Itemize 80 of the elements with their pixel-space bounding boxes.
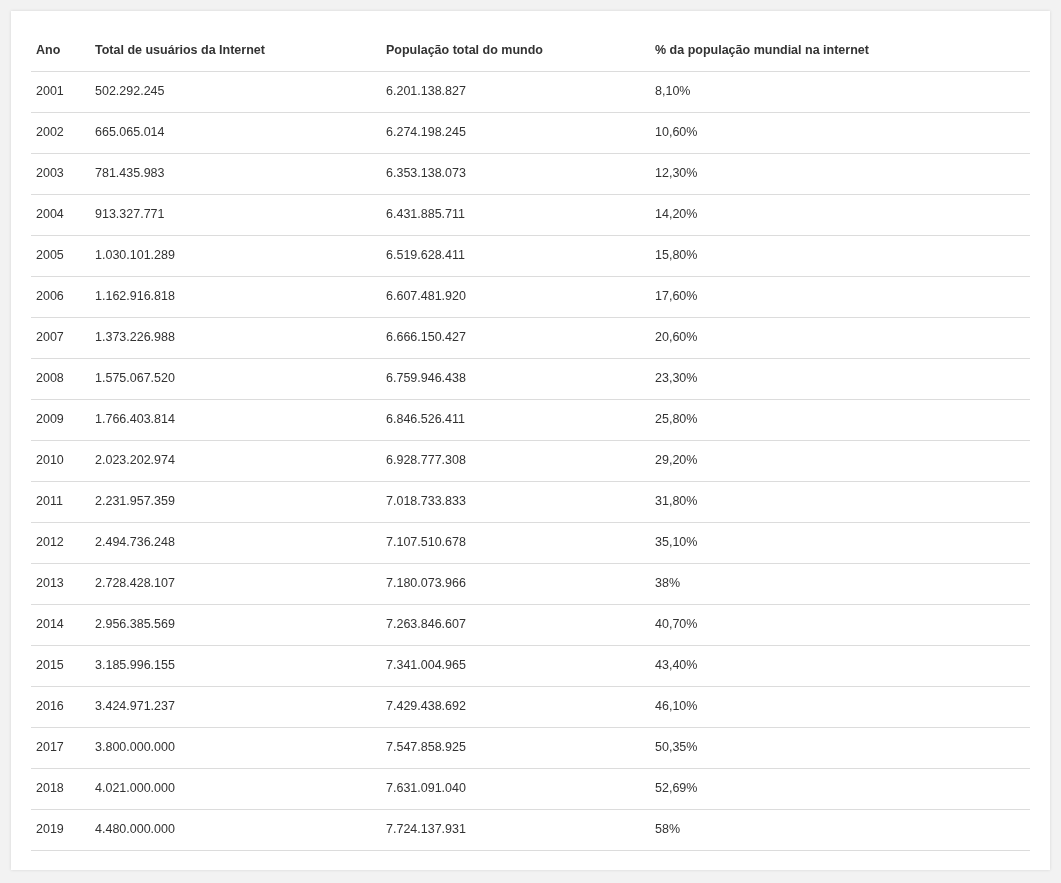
- column-header: % da população mundial na internet: [650, 31, 1030, 71]
- table-cell: 1.575.067.520: [90, 358, 381, 399]
- table-cell: 7.018.733.833: [381, 481, 650, 522]
- table-cell: 2001: [31, 71, 90, 112]
- table-cell: 1.766.403.814: [90, 399, 381, 440]
- table-cell: 665.065.014: [90, 112, 381, 153]
- table-cell: 2.023.202.974: [90, 440, 381, 481]
- table-cell: 2004: [31, 194, 90, 235]
- table-cell: 35,10%: [650, 522, 1030, 563]
- table-cell: 2002: [31, 112, 90, 153]
- table-cell: 1.373.226.988: [90, 317, 381, 358]
- table-cell: 2010: [31, 440, 90, 481]
- table-cell: 1.030.101.289: [90, 235, 381, 276]
- table-cell: 2013: [31, 563, 90, 604]
- column-header: Ano: [31, 31, 90, 71]
- table-cell: 2017: [31, 727, 90, 768]
- table-cell: 2016: [31, 686, 90, 727]
- table-cell: 40,70%: [650, 604, 1030, 645]
- column-header: População total do mundo: [381, 31, 650, 71]
- table-cell: 2008: [31, 358, 90, 399]
- table-cell: 7.180.073.966: [381, 563, 650, 604]
- table-cell: 7.263.846.607: [381, 604, 650, 645]
- table-cell: 2.728.428.107: [90, 563, 381, 604]
- table-cell: 29,20%: [650, 440, 1030, 481]
- table-cell: 2007: [31, 317, 90, 358]
- table-cell: 7.107.510.678: [381, 522, 650, 563]
- table-cell: 7.631.091.040: [381, 768, 650, 809]
- table-cell: 2011: [31, 481, 90, 522]
- table-cell: 2019: [31, 809, 90, 850]
- table-cell: 2015: [31, 645, 90, 686]
- table-cell: 46,10%: [650, 686, 1030, 727]
- table-cell: 50,35%: [650, 727, 1030, 768]
- table-cell: 6.519.628.411: [381, 235, 650, 276]
- table-cell: 6.759.946.438: [381, 358, 650, 399]
- table-cell: 23,30%: [650, 358, 1030, 399]
- table-cell: 7.547.858.925: [381, 727, 650, 768]
- table-cell: 2006: [31, 276, 90, 317]
- table-cell: 38%: [650, 563, 1030, 604]
- table-cell: 2018: [31, 768, 90, 809]
- table-cell: 10,60%: [650, 112, 1030, 153]
- table-cell: 6.666.150.427: [381, 317, 650, 358]
- table-cell: 6.201.138.827: [381, 71, 650, 112]
- table-cell: 3.185.996.155: [90, 645, 381, 686]
- table-cell: 2.494.736.248: [90, 522, 381, 563]
- table-cell: 52,69%: [650, 768, 1030, 809]
- table-cell: 15,80%: [650, 235, 1030, 276]
- table-cell: 4.480.000.000: [90, 809, 381, 850]
- table-cell: 6.928.777.308: [381, 440, 650, 481]
- table-cell: 25,80%: [650, 399, 1030, 440]
- table-cell: 7.429.438.692: [381, 686, 650, 727]
- table-cell: 43,40%: [650, 645, 1030, 686]
- table-cell: 31,80%: [650, 481, 1030, 522]
- table-cell: 8,10%: [650, 71, 1030, 112]
- table-cell: 6.274.198.245: [381, 112, 650, 153]
- table-cell: 12,30%: [650, 153, 1030, 194]
- table-cell: 20,60%: [650, 317, 1030, 358]
- table-cell: 913.327.771: [90, 194, 381, 235]
- table-cell: 2009: [31, 399, 90, 440]
- table-cell: 2.231.957.359: [90, 481, 381, 522]
- table-cell: 6.353.138.073: [381, 153, 650, 194]
- table-cell: 502.292.245: [90, 71, 381, 112]
- table-cell: 14,20%: [650, 194, 1030, 235]
- table-cell: 4.021.000.000: [90, 768, 381, 809]
- table-cell: 3.800.000.000: [90, 727, 381, 768]
- table-cell: 7.341.004.965: [381, 645, 650, 686]
- table-cell: 7.724.137.931: [381, 809, 650, 850]
- table-cell: 1.162.916.818: [90, 276, 381, 317]
- table-cell: 6.607.481.920: [381, 276, 650, 317]
- table-cell: 58%: [650, 809, 1030, 850]
- table-cell: 2012: [31, 522, 90, 563]
- table-cell: 2.956.385.569: [90, 604, 381, 645]
- table-cell: 17,60%: [650, 276, 1030, 317]
- table-cell: 2014: [31, 604, 90, 645]
- table-cell: 3.424.971.237: [90, 686, 381, 727]
- table-cell: 2005: [31, 235, 90, 276]
- column-header: Total de usuários da Internet: [90, 31, 381, 71]
- table-cell: 6.846.526.411: [381, 399, 650, 440]
- table-cell: 2003: [31, 153, 90, 194]
- table-cell: 781.435.983: [90, 153, 381, 194]
- table-cell: 6.431.885.711: [381, 194, 650, 235]
